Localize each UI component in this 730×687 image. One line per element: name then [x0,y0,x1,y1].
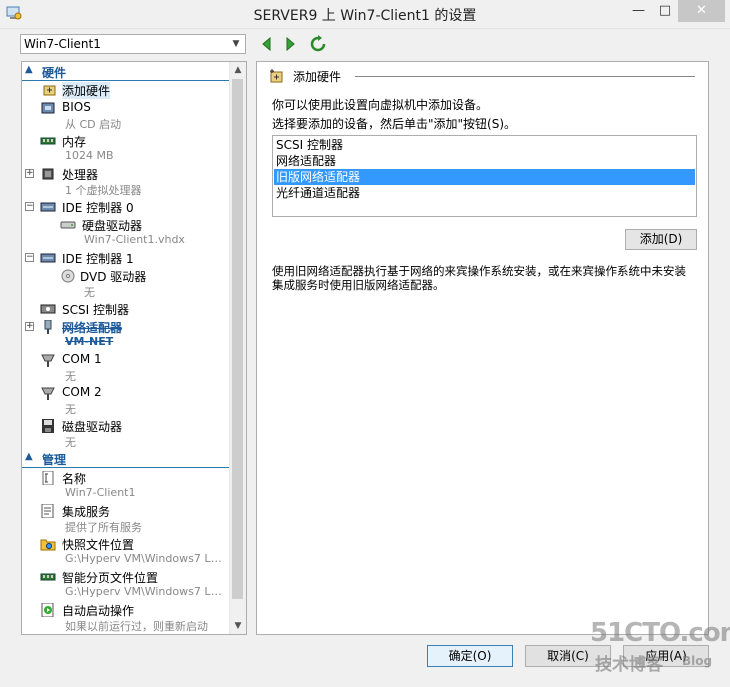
tree-item-network-adapter[interactable]: + 网络适配器 VM-NET [22,319,230,351]
watermark: 51CTO.com 技术博客 Blog [590,618,730,675]
section-header-hardware[interactable]: ▲ 硬件 [22,64,230,81]
minimize-button[interactable]: — [625,0,652,22]
device-description: 使用旧网络适配器执行基于网络的来宾操作系统安装，或在来宾操作系统中未安装集成服务… [272,264,686,292]
tree-item-smart-paging-location[interactable]: 智能分页文件位置 G:\Hyperv VM\Windows7 LAB\... [22,569,230,601]
ide-controller-icon [40,253,56,263]
expand-icon[interactable]: + [25,322,34,331]
intro-text: 你可以使用此设置向虚拟机中添加设备。 [272,98,489,112]
memory-icon [40,137,56,145]
tree-item-automatic-start-action[interactable]: 自动启动操作 如果以前运行过，则重新启动 [22,602,230,634]
close-button[interactable]: ✕ [678,0,725,22]
refresh-icon[interactable] [309,35,327,53]
detail-panel: 添加硬件 你可以使用此设置向虚拟机中添加设备。 选择要添加的设备，然后单击"添加… [256,61,709,635]
scroll-down-icon[interactable]: ▼ [230,618,246,634]
detail-header: 添加硬件 [269,68,697,84]
chevron-down-icon: ▼ [232,39,240,49]
tree-item-com1[interactable]: COM 1 无 [22,352,230,384]
tree-item-bios[interactable]: BIOS 从 CD 启动 [22,100,230,132]
settings-tree-panel: ▲ 硬件 添加硬件 BIOS 从 CD 启动 内存 1024 MB + 处理器 … [21,61,247,635]
tree-item-ide-controller-0[interactable]: − IDE 控制器 0 [22,199,230,215]
collapse-icon[interactable]: − [25,253,34,262]
com-port-icon [41,354,55,367]
forward-arrow-icon[interactable] [281,35,299,53]
tree-item-add-hardware[interactable]: 添加硬件 [22,82,230,99]
device-option-legacy-network-adapter[interactable]: 旧版网络适配器 [274,169,695,185]
scroll-up-icon[interactable]: ▲ [230,62,246,78]
add-button[interactable]: 添加(D) [625,229,697,250]
scroll-thumb[interactable] [232,79,243,599]
device-option-scsi[interactable]: SCSI 控制器 [274,137,695,153]
integration-services-icon [41,504,54,518]
tree-item-ide-controller-1[interactable]: − IDE 控制器 1 [22,250,230,266]
network-adapter-icon [44,320,52,334]
tree-item-processor[interactable]: + 处理器 1 个虚拟处理器 [22,166,230,198]
tree-item-com2[interactable]: COM 2 无 [22,385,230,417]
expand-icon[interactable]: + [25,169,34,178]
header-divider [355,76,695,77]
vm-selector-dropdown[interactable]: Win7-Client1 ▼ [20,34,246,54]
collapse-icon[interactable]: − [25,202,34,211]
hard-drive-icon [60,221,76,229]
dvd-disc-icon [61,269,75,283]
title-bar: SERVER9 上 Win7-Client1 的设置 — □ ✕ [0,0,730,29]
detail-header-label: 添加硬件 [293,70,342,84]
window-title: SERVER9 上 Win7-Client1 的设置 [253,8,477,24]
com-port-icon [41,387,55,400]
auto-start-icon [41,603,54,617]
tree-item-scsi-controller[interactable]: SCSI 控制器 [22,301,230,317]
add-hardware-icon [43,85,56,96]
tree-item-snapshot-location[interactable]: 快照文件位置 G:\Hyperv VM\Windows7 LAB\... [22,536,230,568]
tree-item-diskette-drive[interactable]: 磁盘驱动器 无 [22,418,230,450]
ok-button[interactable]: 确定(O) [427,645,513,667]
tree-scrollbar[interactable]: ▲ ▼ [229,62,246,634]
section-header-management[interactable]: ▲ 管理 [22,451,230,468]
processor-icon [42,168,54,180]
collapse-chevron-icon: ▲ [25,451,33,462]
tree-item-memory[interactable]: 内存 1024 MB [22,133,230,165]
instruction-text: 选择要添加的设备，然后单击"添加"按钮(S)。 [272,117,517,131]
device-option-network-adapter[interactable]: 网络适配器 [274,153,695,169]
name-tag-icon [42,471,54,485]
maximize-button[interactable]: □ [652,0,678,22]
tree-item-integration-services[interactable]: 集成服务 提供了所有服务 [22,503,230,535]
add-hardware-icon [270,69,283,83]
back-arrow-icon[interactable] [258,35,276,53]
device-option-fibre-channel-adapter[interactable]: 光纤通道适配器 [274,185,695,201]
bios-chip-icon [41,102,55,114]
vm-selector-value: Win7-Client1 [24,37,101,51]
tree-item-name[interactable]: 名称 Win7-Client1 [22,470,230,502]
smart-paging-icon [40,573,56,581]
tree-item-dvd-drive[interactable]: DVD 驱动器 无 [22,268,230,300]
scsi-controller-icon [40,304,56,314]
tree-item-hard-drive[interactable]: 硬盘驱动器 Win7-Client1.vhdx [22,217,230,249]
collapse-chevron-icon: ▲ [25,64,33,75]
floppy-disk-icon [42,419,54,433]
snapshot-folder-icon [40,539,56,551]
device-listbox[interactable]: SCSI 控制器 网络适配器 旧版网络适配器 光纤通道适配器 [272,135,697,217]
ide-controller-icon [40,202,56,212]
